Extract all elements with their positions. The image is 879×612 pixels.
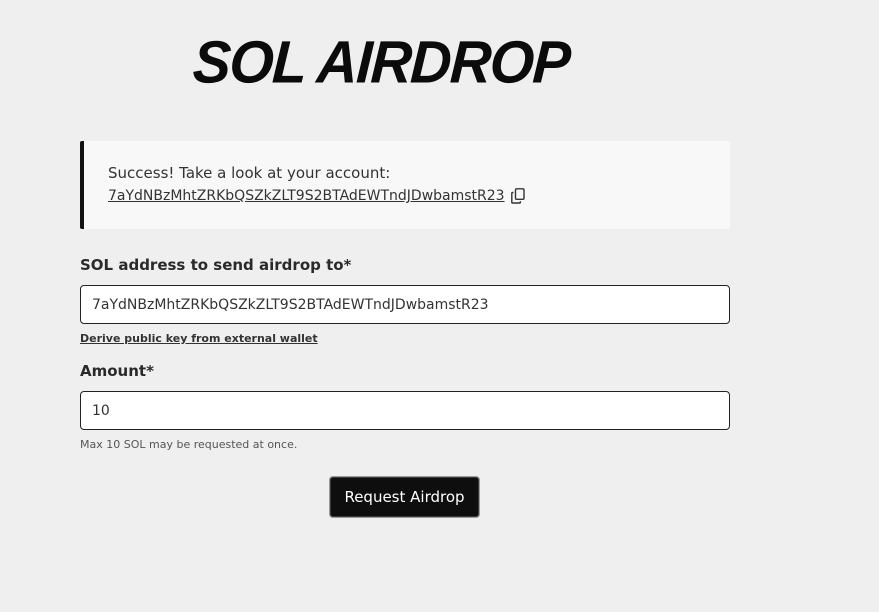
- account-link[interactable]: 7aYdNBzMhtZRKbQSZkZLT9S2BTAdEWTndJDwbams…: [108, 188, 505, 204]
- amount-hint: Max 10 SOL may be requested at once.: [80, 438, 298, 451]
- success-notice: Success! Take a look at your account: 7a…: [80, 141, 730, 229]
- notice-message: Success! Take a look at your account:: [108, 164, 391, 182]
- copy-icon[interactable]: [511, 188, 525, 204]
- amount-input[interactable]: [80, 391, 730, 430]
- derive-public-key-link[interactable]: Derive public key from external wallet: [80, 332, 318, 345]
- amount-label: Amount*: [80, 362, 154, 380]
- address-input[interactable]: [80, 285, 730, 324]
- address-label: SOL address to send airdrop to*: [80, 256, 352, 274]
- request-airdrop-button[interactable]: Request Airdrop: [329, 476, 480, 518]
- page-title: SOL AIRDROP: [191, 29, 572, 97]
